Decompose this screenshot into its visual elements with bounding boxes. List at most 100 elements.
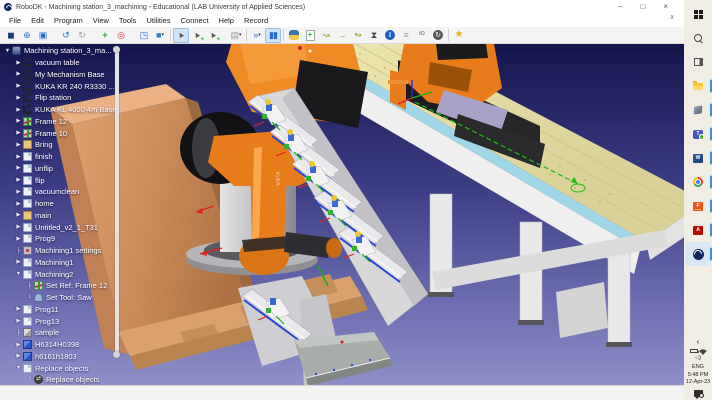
show-message-icon[interactable]: i (382, 28, 398, 43)
tree-item-bring[interactable]: ▶ Bring (0, 139, 170, 151)
tree-item-machining1[interactable]: ▶ Machining1 (0, 257, 170, 269)
tree-item-main[interactable]: ▶ main (0, 210, 170, 222)
tree-item-untitled[interactable]: ▶ Untitled_v2_1_T31 (0, 221, 170, 233)
gap[interactable] (51, 28, 58, 43)
start-button[interactable] (685, 2, 711, 26)
gap[interactable] (221, 28, 228, 43)
menu-utilities[interactable]: Utilities (141, 15, 175, 26)
action-center-icon[interactable] (694, 390, 703, 397)
menu-view[interactable]: View (88, 15, 114, 26)
move-reference-cursor-icon[interactable]: ▲ (189, 28, 205, 43)
fit-all-icon[interactable]: ◳ (136, 28, 152, 43)
move-linear-icon[interactable]: → (334, 28, 350, 43)
tree-expand-arrow[interactable]: ▶ (14, 165, 23, 171)
tree-expand-arrow[interactable]: ▶ (14, 142, 23, 148)
tree-expand-arrow[interactable]: ▶ (14, 318, 23, 324)
language-indicator[interactable]: ENG (692, 364, 704, 370)
tree-item-set-tool-saw[interactable]: └ Set Tool: Saw (0, 292, 170, 304)
tree-item-machining2[interactable]: ▼ Machining2 (0, 268, 170, 280)
volume-icon[interactable]: ◁) (695, 356, 701, 362)
menu-connect[interactable]: Connect (176, 15, 214, 26)
tree-expand-arrow[interactable]: ▶ (14, 177, 23, 183)
tree-item-flip-station[interactable]: ▶ Flip station (0, 92, 170, 104)
file-explorer-icon[interactable] (685, 74, 711, 98)
whats-new-icon[interactable]: ★ (451, 28, 467, 43)
tree-expand-arrow[interactable]: ▶ (14, 306, 23, 312)
robodk-taskbar-icon[interactable] (685, 242, 711, 266)
tree-item-finish[interactable]: ▶ finish (0, 151, 170, 163)
tree-expand-arrow[interactable]: └ (25, 295, 34, 301)
add-reference-frame-icon[interactable]: + (97, 28, 113, 43)
add-target-icon[interactable]: ◎ (113, 28, 129, 43)
menu-record[interactable]: Record (239, 15, 273, 26)
fast-simulation-icon[interactable]: »▾ (249, 28, 265, 43)
tree-expand-arrow[interactable]: ▶ (14, 342, 23, 348)
tree-expand-arrow[interactable]: ▶ (14, 71, 23, 77)
tree-expand-arrow[interactable]: ▶ (14, 201, 23, 207)
word-icon[interactable]: W (685, 146, 711, 170)
tree-expand-arrow[interactable]: ▼ (3, 48, 12, 54)
set-io-icon[interactable]: ≡ (398, 28, 414, 43)
select-add-cursor-icon[interactable]: ▲ (205, 28, 221, 43)
maximize-button[interactable]: □ (640, 3, 645, 11)
tree-item-frame-10[interactable]: ▶ Frame 10 (0, 127, 170, 139)
3d-viewport[interactable]: KUKA (0, 44, 684, 385)
tree-expand-arrow[interactable]: ▶ (14, 107, 23, 113)
move-circular-icon[interactable]: ↬ (350, 28, 366, 43)
gap[interactable] (129, 28, 136, 43)
redo-icon[interactable]: ↻ (74, 28, 90, 43)
toolbar-close-icon[interactable]: x (671, 14, 675, 21)
tree-expand-arrow[interactable]: ▶ (14, 60, 23, 66)
menu-help[interactable]: Help (214, 15, 239, 26)
open-online-library-icon[interactable]: ⊕ (19, 28, 35, 43)
tree-scrollbar[interactable] (113, 46, 120, 358)
tree-expand-arrow[interactable]: ▶ (14, 236, 23, 242)
python-script-icon[interactable] (286, 28, 302, 43)
tree-item-kuka-kl-4000[interactable]: ▶ KUKA KL 4000 4m Base (0, 104, 170, 116)
close-button[interactable]: × (663, 3, 668, 11)
tree-expand-arrow[interactable]: ├ (14, 248, 23, 254)
tree-item-flip[interactable]: ▶ flip (0, 174, 170, 186)
tree-expand-arrow[interactable]: ▶ (14, 259, 23, 265)
tree-item-replace-objects[interactable]: ▼ Replace objects (0, 362, 170, 374)
tree-item-prog9[interactable]: ▶ Prog9 (0, 233, 170, 245)
tree-expand-arrow[interactable]: ▶ (14, 118, 23, 124)
teams-icon[interactable]: T (685, 122, 711, 146)
wait-io-icon[interactable]: IO (414, 28, 430, 43)
acrobat-icon[interactable]: A (685, 218, 711, 242)
f-app-icon[interactable]: F (685, 194, 711, 218)
tree-expand-arrow[interactable]: └ (25, 377, 34, 383)
search-button[interactable] (685, 26, 711, 50)
tree-item-home[interactable]: ▶ home (0, 198, 170, 210)
tree-item-machining-station[interactable]: ▼ Machining station_3_ma... (0, 45, 170, 57)
task-view-button[interactable] (685, 50, 711, 74)
tree-expand-arrow[interactable]: ▼ (14, 365, 23, 371)
tree-item-machining1-settings[interactable]: ├ Machining1 settings (0, 245, 170, 257)
tree-expand-arrow[interactable]: ├ (25, 283, 34, 289)
tree-item-my-mechanism-base[interactable]: ▶ My Mechanism Base (0, 69, 170, 81)
select-cursor-icon[interactable]: ▲ (173, 28, 189, 43)
tree-expand-arrow[interactable]: ▶ (14, 189, 23, 195)
tree-item-vacuum-table[interactable]: ▶ vacuum table (0, 57, 170, 69)
tree-expand-arrow[interactable]: ▶ (14, 154, 23, 160)
tree-item-prog13[interactable]: ▶ Prog13 (0, 315, 170, 327)
clock[interactable]: 5:48 PM 12-Apr-23 (686, 372, 710, 386)
tree-expand-arrow[interactable]: ▶ (14, 83, 23, 89)
menu-file[interactable]: File (4, 15, 26, 26)
chrome-icon[interactable] (685, 170, 711, 194)
tree-item-h6314h0398[interactable]: ▶ H6314H0398 (0, 339, 170, 351)
tree-item-kuka-kr-240[interactable]: ▶ KUKA KR 240 R3330 ... (0, 80, 170, 92)
undo-icon[interactable]: ↺ (58, 28, 74, 43)
gap[interactable] (90, 28, 97, 43)
save-station-icon[interactable]: ▣ (35, 28, 51, 43)
isometric-view-icon[interactable]: ■▾ (152, 28, 168, 43)
tray-expand-icon[interactable]: ‹ (697, 338, 700, 346)
pause-simulation-icon[interactable]: ▮▮ (265, 28, 281, 43)
menu-edit[interactable]: Edit (26, 15, 49, 26)
menu-tools[interactable]: Tools (114, 15, 142, 26)
simulation-event-icon[interactable]: ↻ (430, 28, 446, 43)
minimize-button[interactable]: – (618, 3, 622, 11)
tree-item-vacuumclean[interactable]: ▶ vacuumclean (0, 186, 170, 198)
app-icon[interactable] (685, 98, 711, 122)
tree-expand-arrow[interactable]: ▼ (14, 271, 23, 277)
